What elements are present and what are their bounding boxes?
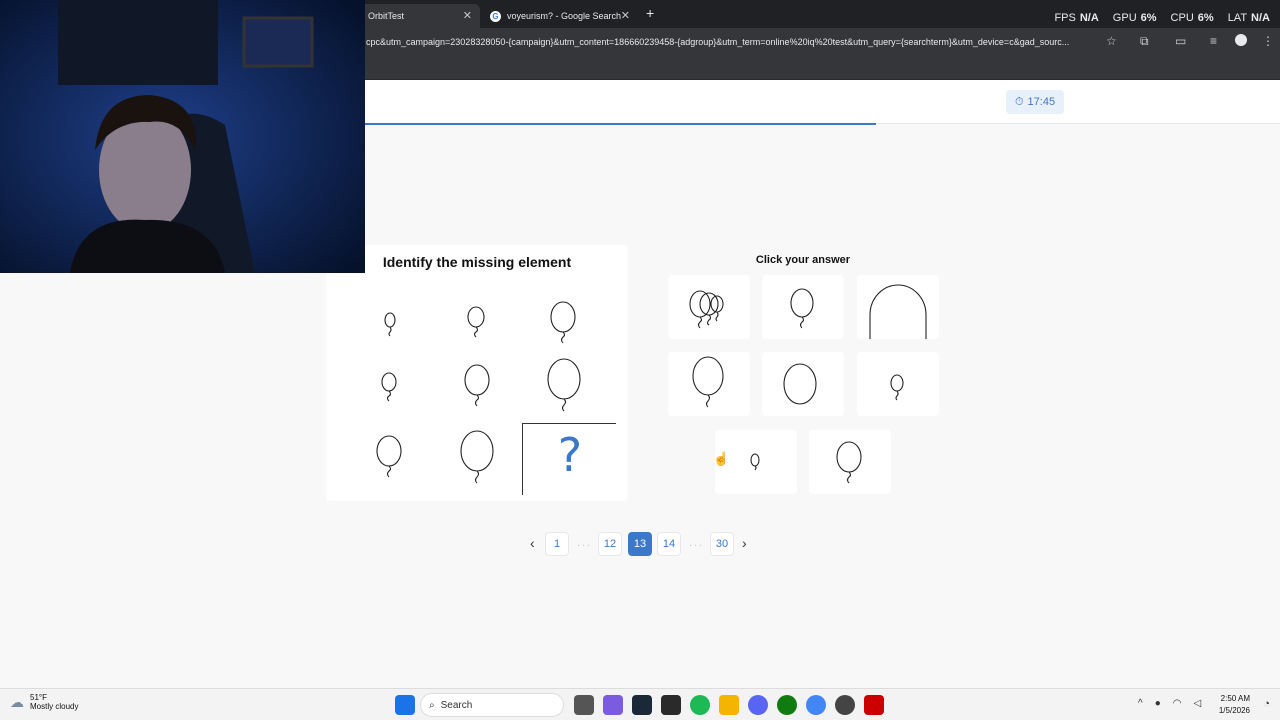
large-balloon-icon — [869, 284, 927, 339]
balloon-icon — [790, 288, 814, 329]
clock-time: 2:50 AM — [1220, 694, 1250, 703]
prev-page-arrow[interactable]: ‹ — [530, 535, 535, 551]
task-view-icon[interactable] — [574, 695, 594, 715]
new-tab-button[interactable]: + — [646, 5, 654, 21]
bookmark-star-icon[interactable]: ☆ — [1106, 34, 1117, 48]
balloon-cluster-icon — [689, 290, 724, 329]
missing-element-cell: ? — [522, 423, 616, 495]
tab-orbittest[interactable]: OrbitTest ✕ — [360, 4, 480, 28]
small-balloon-icon — [890, 374, 904, 401]
google-icon: G — [490, 10, 501, 22]
performance-overlay: FPS N/A GPU 6% CPU 6% LAT N/A — [1054, 12, 1270, 24]
page-14-button[interactable]: 14 — [657, 532, 681, 556]
close-tab-icon[interactable]: ✕ — [463, 9, 472, 22]
tab-google-search[interactable]: G voyeurism? - Google Search ✕ — [482, 4, 638, 28]
fps-readout: FPS N/A — [1054, 12, 1099, 24]
windows-start-icon[interactable] — [395, 695, 415, 715]
balloon-cell — [464, 364, 490, 407]
lat-readout: LAT N/A — [1227, 12, 1270, 24]
close-tab-icon[interactable]: ✕ — [621, 9, 630, 22]
volume-icon[interactable]: ◁ — [1193, 698, 1201, 709]
cpu-readout: CPU 6% — [1170, 12, 1214, 24]
taskbar-clock[interactable]: 2:50 AM 1/5/2026 — [1219, 693, 1250, 717]
address-bar[interactable]: cpc&utm_campaign=23028328050-{campaign}&… — [360, 31, 1125, 53]
balloon-cell — [467, 306, 485, 338]
page-12-button[interactable]: 12 — [598, 532, 622, 556]
clock-date: 1/5/2026 — [1218, 706, 1250, 715]
page-1-button[interactable]: 1 — [545, 532, 569, 556]
epic-games-active-icon[interactable] — [864, 695, 884, 715]
hand-cursor-icon: ☝ — [713, 451, 730, 466]
pagination-ellipsis: ... — [689, 537, 705, 549]
extensions-icon[interactable]: ⧉ — [1140, 34, 1149, 49]
answer-option-8[interactable] — [809, 430, 891, 494]
timer-value: 17:45 — [1027, 96, 1056, 108]
balloon-icon — [836, 441, 862, 484]
xbox-icon[interactable] — [777, 695, 797, 715]
stopwatch-icon: ⏱ — [1014, 95, 1024, 108]
balloon-cell — [381, 372, 397, 402]
notification-bell-icon[interactable]: ◔ — [1263, 698, 1270, 710]
balloon-cell — [376, 435, 402, 478]
weather-description: Mostly cloudy — [30, 702, 79, 711]
file-explorer-icon[interactable] — [719, 695, 739, 715]
microphone-icon[interactable]: ● — [1155, 698, 1161, 709]
answer-option-4[interactable] — [668, 352, 750, 416]
cast-icon[interactable]: ▭ — [1175, 34, 1186, 48]
epic-games-icon[interactable] — [661, 695, 681, 715]
browser-menu-icon[interactable]: ⋮ — [1262, 34, 1274, 48]
pagination-ellipsis: ... — [577, 537, 593, 549]
cloud-icon: ☁ — [10, 693, 24, 710]
discord-icon[interactable] — [748, 695, 768, 715]
spotify-icon[interactable] — [690, 695, 710, 715]
page-30-button[interactable]: 30 — [710, 532, 734, 556]
app-icon[interactable] — [835, 695, 855, 715]
balloon-icon — [692, 356, 724, 408]
balloon-no-string-icon — [783, 363, 817, 405]
tab-label: voyeurism? - Google Search — [507, 11, 622, 21]
search-icon: ⌕ — [429, 699, 435, 711]
steam-icon[interactable] — [632, 695, 652, 715]
next-page-arrow[interactable]: › — [742, 535, 747, 551]
webcam-feed — [0, 0, 365, 273]
media-control-icon[interactable]: ≡ — [1210, 34, 1217, 48]
search-label: Search — [440, 699, 473, 711]
timer-badge: ⏱ 17:45 — [1006, 90, 1064, 114]
chrome-icon[interactable] — [806, 695, 826, 715]
answer-option-1[interactable] — [668, 275, 750, 339]
answer-option-5[interactable] — [762, 352, 844, 416]
missing-question-mark: ? — [557, 428, 583, 482]
taskbar-search[interactable]: ⌕ Search — [420, 693, 564, 717]
weather-temperature: 51°F — [30, 693, 47, 702]
profile-avatar-icon[interactable] — [1235, 34, 1247, 46]
wifi-icon[interactable]: ◠ — [1173, 698, 1182, 709]
pagination: ‹ 1 ... 12 13 14 ... 30 › — [0, 532, 1280, 556]
system-tray: ^ ● ◠ ◁ — [1138, 698, 1201, 709]
answer-option-6[interactable] — [857, 352, 939, 416]
webcam-overlay — [0, 0, 365, 273]
windows-taskbar: ☁ 51°F Mostly cloudy ⌕ Search ^ ● ◠ ◁ 2:… — [0, 688, 1280, 720]
answers-title: Click your answer — [755, 254, 851, 266]
answer-option-3[interactable] — [857, 275, 939, 339]
balloon-cell — [384, 312, 396, 337]
page-13-button[interactable]: 13 — [628, 532, 652, 556]
chevron-up-icon[interactable]: ^ — [1138, 698, 1143, 709]
gpu-readout: GPU 6% — [1112, 12, 1157, 24]
question-title: Identify the missing element — [382, 254, 572, 270]
balloon-cell — [550, 301, 576, 344]
question-card: Identify the missing element ? — [326, 245, 628, 501]
balloon-cell — [547, 358, 581, 412]
copilot-icon[interactable] — [603, 695, 623, 715]
balloon-cell — [460, 430, 494, 484]
weather-widget[interactable]: ☁ 51°F Mostly cloudy — [10, 693, 78, 711]
answer-option-2[interactable] — [762, 275, 844, 339]
tab-label: OrbitTest — [368, 11, 405, 21]
